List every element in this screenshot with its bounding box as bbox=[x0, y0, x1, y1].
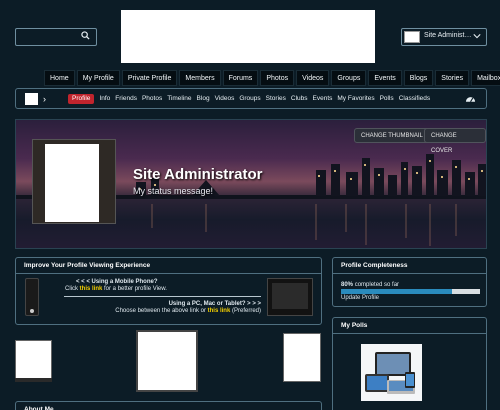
nav-home[interactable]: Home bbox=[44, 70, 75, 86]
dashboard-gauge-icon[interactable] bbox=[465, 94, 476, 104]
my-polls-panel: My Polls bbox=[332, 317, 487, 410]
tab-groups[interactable]: Groups bbox=[239, 94, 260, 104]
nav-members[interactable]: Members bbox=[179, 70, 221, 86]
nav-groups[interactable]: Groups bbox=[331, 70, 367, 86]
devices-illustration bbox=[365, 352, 415, 394]
completeness-text: 80% completed so far bbox=[341, 282, 400, 288]
panel-title: About Me bbox=[24, 406, 54, 410]
nav-mailbox[interactable]: Mailbox bbox=[471, 70, 500, 86]
pc-line: Choose between the above link or this li… bbox=[115, 308, 261, 314]
tab-blog[interactable]: Blog bbox=[197, 94, 210, 104]
tab-polls[interactable]: Polls bbox=[380, 94, 394, 104]
mobile-phone-icon bbox=[25, 278, 39, 316]
photo-thumbnail[interactable] bbox=[136, 330, 198, 392]
photo-thumbnail[interactable] bbox=[283, 333, 321, 382]
nav-private-profile[interactable]: Private Profile bbox=[121, 70, 178, 86]
mobile-line: Click this link for a better profile Vie… bbox=[65, 286, 167, 292]
profile-name: Site Administrator bbox=[133, 166, 263, 183]
profile-picture-image bbox=[45, 144, 99, 222]
nav-my-profile[interactable]: My Profile bbox=[76, 70, 120, 86]
tab-info[interactable]: Info bbox=[99, 94, 110, 104]
photo-thumbnail[interactable] bbox=[15, 340, 52, 380]
nav-forums[interactable]: Forums bbox=[222, 70, 259, 86]
profile-completeness-panel: Profile Completeness 80% completed so fa… bbox=[332, 257, 487, 307]
laptop-icon bbox=[267, 278, 313, 316]
tab-videos[interactable]: Videos bbox=[215, 94, 235, 104]
user-menu[interactable]: Site Administ… bbox=[401, 28, 487, 46]
header-banner-ad bbox=[121, 10, 375, 63]
user-avatar bbox=[404, 31, 420, 43]
photo-thumbnail-strip bbox=[15, 378, 52, 382]
chevron-down-icon bbox=[473, 34, 481, 39]
tab-my-favorites[interactable]: My Favorites bbox=[337, 94, 374, 104]
change-thumbnail-button[interactable]: CHANGE THUMBNAIL bbox=[354, 128, 430, 143]
tab-profile[interactable]: Profile bbox=[68, 94, 95, 104]
search-input[interactable] bbox=[15, 28, 97, 46]
nav-photos[interactable]: Photos bbox=[260, 70, 295, 86]
tab-photos[interactable]: Photos bbox=[142, 94, 162, 104]
about-me-panel: About Me bbox=[15, 401, 322, 410]
nav-events[interactable]: Events bbox=[368, 70, 402, 86]
panel-title: Improve Your Profile Viewing Experience bbox=[16, 258, 321, 274]
search-icon[interactable] bbox=[81, 31, 90, 40]
user-name: Site Administ… bbox=[424, 32, 472, 39]
pc-question: Using a PC, Mac or Tablet? > > > bbox=[168, 301, 261, 307]
tab-timeline[interactable]: Timeline bbox=[167, 94, 191, 104]
profile-picture[interactable] bbox=[32, 139, 116, 224]
nav-videos[interactable]: Videos bbox=[296, 70, 330, 86]
poll-devices-image[interactable] bbox=[361, 344, 422, 401]
tab-classifieds[interactable]: Classifieds bbox=[399, 94, 430, 104]
tab-clubs[interactable]: Clubs bbox=[291, 94, 308, 104]
nav-stories[interactable]: Stories bbox=[435, 70, 470, 86]
update-profile-link[interactable]: Update Profile bbox=[341, 295, 379, 301]
nav-blogs[interactable]: Blogs bbox=[403, 70, 434, 86]
profile-thumb-mini bbox=[25, 93, 38, 105]
divider bbox=[64, 296, 261, 297]
status-message: My status message! bbox=[133, 186, 214, 196]
improve-experience-panel: Improve Your Profile Viewing Experience … bbox=[15, 257, 322, 325]
change-cover-button[interactable]: CHANGE COVER bbox=[424, 128, 486, 154]
main-nav: Home My Profile Private Profile Members … bbox=[44, 70, 500, 86]
profile-subnav: › Profile Info Friends Photos Timeline B… bbox=[15, 88, 487, 109]
tab-events[interactable]: Events bbox=[313, 94, 333, 104]
progress-fill bbox=[341, 289, 453, 294]
preferred-view-link[interactable]: this link bbox=[208, 308, 231, 314]
mobile-view-link[interactable]: this link bbox=[80, 286, 103, 292]
panel-title: My Polls bbox=[333, 318, 486, 334]
chevron-right-icon[interactable]: › bbox=[43, 93, 46, 105]
tab-friends[interactable]: Friends bbox=[115, 94, 137, 104]
tab-stories[interactable]: Stories bbox=[266, 94, 286, 104]
completeness-progress-bar bbox=[341, 289, 480, 294]
mobile-question: < < < Using a Mobile Phone? bbox=[76, 279, 158, 285]
panel-title: Profile Completeness bbox=[333, 258, 486, 274]
